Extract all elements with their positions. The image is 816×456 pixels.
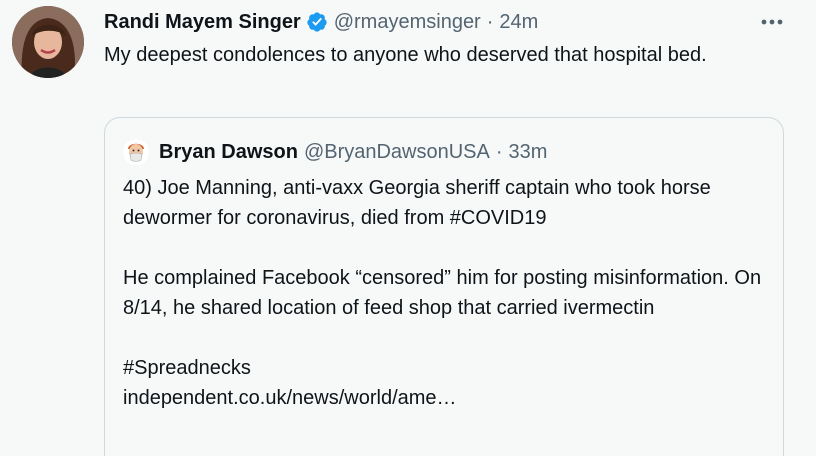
quote-header: Bryan Dawson @BryanDawsonUSA · 33m <box>123 138 547 166</box>
tweet-header: Randi Mayem Singer @rmayemsinger · 24m <box>104 8 786 36</box>
quote-author-handle[interactable]: @BryanDawsonUSA <box>304 141 490 164</box>
author-avatar[interactable] <box>12 6 84 78</box>
quote-separator-dot: · <box>495 140 503 163</box>
quote-author-avatar[interactable] <box>123 139 149 165</box>
verified-badge-icon <box>306 11 328 33</box>
quote-timestamp[interactable]: 33m <box>509 141 548 164</box>
tweet: Randi Mayem Singer @rmayemsinger · 24m M… <box>0 0 816 456</box>
quote-hashtag[interactable]: #Spreadnecks <box>123 353 773 383</box>
quote-paragraph: 40) Joe Manning, anti-vaxx Georgia sheri… <box>123 177 711 229</box>
separator-dot: · <box>486 10 494 33</box>
tweet-text: My deepest condolences to anyone who des… <box>104 44 707 66</box>
quote-paragraph: He complained Facebook “censored” him fo… <box>123 267 762 319</box>
quote-author-name[interactable]: Bryan Dawson <box>159 141 298 164</box>
tweet-timestamp[interactable]: 24m <box>499 11 538 34</box>
quote-tweet-card[interactable]: Bryan Dawson @BryanDawsonUSA · 33m 40) J… <box>104 117 784 456</box>
more-horizontal-icon[interactable] <box>756 12 788 32</box>
author-name[interactable]: Randi Mayem Singer <box>104 11 301 34</box>
quote-body: 40) Joe Manning, anti-vaxx Georgia sheri… <box>123 173 773 413</box>
quote-link[interactable]: independent.co.uk/news/world/ame… <box>123 383 773 413</box>
author-handle[interactable]: @rmayemsinger <box>334 11 481 34</box>
